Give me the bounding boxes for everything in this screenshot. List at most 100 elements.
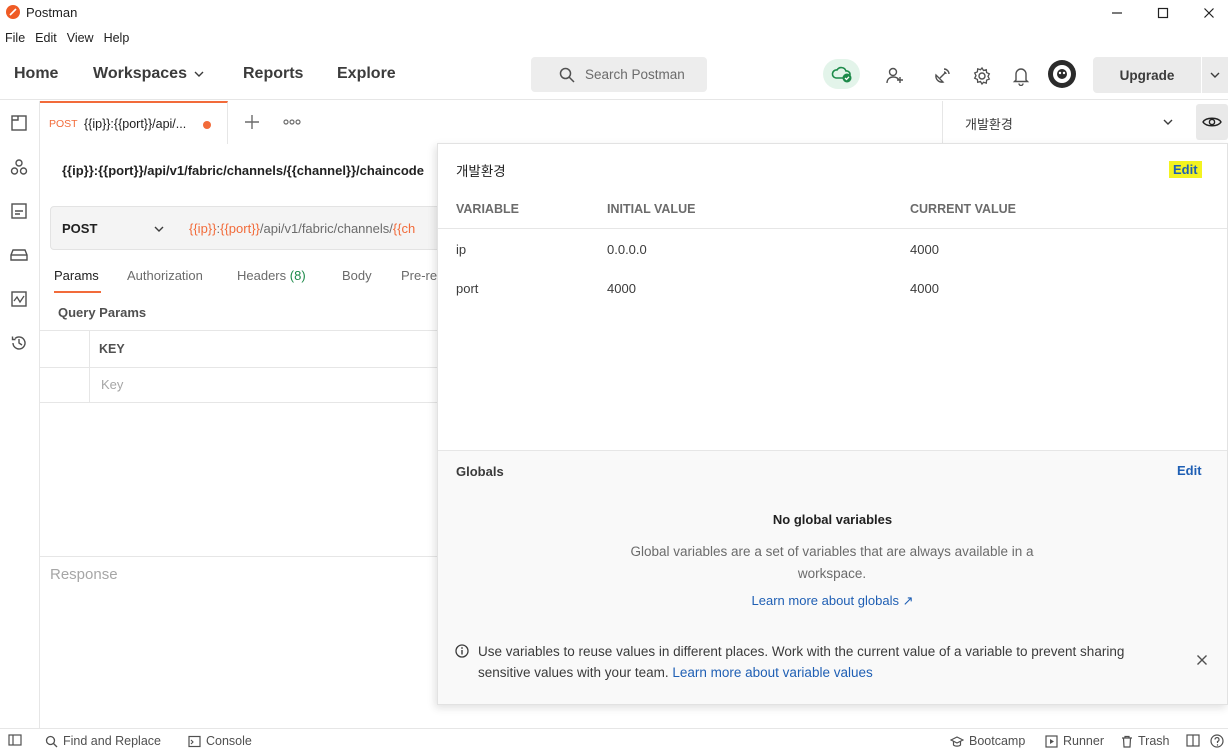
learn-more-globals-link[interactable]: Learn more about globals ↗ [438, 593, 1227, 609]
url-text: {{ip}}:{{port}}/api/v1/fabric/channels/{… [189, 221, 415, 236]
current-value[interactable]: 4000 [910, 281, 939, 296]
sync-status-button[interactable] [823, 59, 860, 89]
environment-title: 개발환경 [456, 164, 506, 179]
runner-label: Runner [1063, 734, 1104, 748]
menu-view[interactable]: View [62, 28, 99, 48]
environments-icon [11, 203, 27, 219]
headers-count-badge: (8) [289, 268, 306, 283]
url-part: {{port}} [220, 221, 260, 236]
initial-value: 0.0.0.0 [607, 242, 647, 257]
current-value[interactable]: 4000 [910, 242, 939, 257]
info-icon [455, 644, 469, 658]
bell-icon [1012, 68, 1030, 86]
sidebar-monitors-button[interactable] [8, 288, 30, 310]
variable-column-header: VARIABLE [456, 202, 519, 216]
monitor-icon [11, 291, 27, 307]
plus-icon [245, 115, 259, 129]
minimize-button[interactable] [1094, 0, 1140, 26]
nav-workspaces[interactable]: Workspaces [93, 65, 205, 83]
active-tab-indicator [54, 291, 101, 293]
empty-state-title: No global variables [772, 512, 893, 527]
notifications-button[interactable] [1008, 63, 1034, 89]
globals-section: Globals Edit No global variables Global … [438, 450, 1227, 704]
title-bar: Postman [0, 0, 1228, 26]
response-divider[interactable] [40, 556, 440, 557]
variables-info-banner: Use variables to reuse values in differe… [478, 641, 1178, 683]
upgrade-dropdown-button[interactable] [1202, 57, 1228, 93]
more-tabs-button[interactable] [283, 117, 301, 127]
find-replace-label: Find and Replace [63, 734, 161, 748]
tab-params[interactable]: Params [54, 268, 99, 283]
maximize-button[interactable] [1140, 0, 1186, 26]
help-button[interactable] [1210, 734, 1224, 748]
environment-quick-look-popover: 개발환경 Edit VARIABLE INITIAL VALUE CURRENT… [437, 143, 1228, 705]
tab-authorization[interactable]: Authorization [127, 268, 203, 283]
sidebar-history-button[interactable] [8, 332, 30, 354]
two-pane-icon [1186, 734, 1200, 747]
postman-logo-icon [6, 5, 20, 19]
nav-workspaces-label: Workspaces [93, 65, 187, 82]
edit-environment-button[interactable]: Edit [1169, 161, 1202, 178]
query-params-heading: Query Params [58, 305, 147, 320]
close-icon[interactable] [1196, 654, 1208, 666]
menu-file[interactable]: File [0, 28, 30, 48]
tab-headers-label: Headers [237, 268, 287, 283]
console-icon [188, 735, 201, 747]
search-input[interactable]: Search Postman [531, 57, 707, 92]
menu-edit[interactable]: Edit [30, 28, 62, 48]
url-part: {{ch [392, 221, 416, 236]
bootcamp-button[interactable]: Bootcamp [950, 734, 1025, 748]
eye-icon [1202, 117, 1222, 127]
key-column-header: KEY [99, 342, 125, 356]
url-input[interactable]: {{ip}}:{{port}}/api/v1/fabric/channels/{… [176, 206, 456, 250]
console-button[interactable]: Console [188, 734, 252, 748]
initial-value-column-header: INITIAL VALUE [607, 202, 696, 216]
sidebar-mock-servers-button[interactable] [8, 244, 30, 266]
request-tab[interactable]: POST {{ip}}:{{port}}/api/... [40, 101, 228, 144]
menu-help[interactable]: Help [99, 28, 135, 48]
nav-reports[interactable]: Reports [243, 65, 303, 83]
sidebar-apis-button[interactable] [8, 156, 30, 178]
find-replace-button[interactable]: Find and Replace [45, 734, 161, 748]
trash-button[interactable]: Trash [1121, 734, 1170, 748]
table-row: ip 0.0.0.0 4000 [438, 236, 1227, 266]
tab-body[interactable]: Body [342, 268, 372, 283]
two-pane-view-button[interactable] [1186, 734, 1200, 747]
method-select[interactable]: POST [50, 206, 177, 250]
key-input[interactable]: Key [101, 377, 123, 392]
close-window-button[interactable] [1186, 0, 1228, 26]
tab-method-label: POST [49, 118, 78, 130]
nav-explore[interactable]: Explore [337, 65, 396, 83]
learn-more-variable-values-link[interactable]: Learn more about variable values [672, 665, 872, 680]
window-title: Postman [26, 5, 78, 20]
tab-pre-request-script[interactable]: Pre-re [401, 268, 437, 283]
nav-home[interactable]: Home [14, 65, 58, 83]
environment-select[interactable]: 개발환경 [942, 101, 1194, 143]
sidebar-environments-button[interactable] [8, 200, 30, 222]
mock-server-icon [10, 249, 28, 261]
upgrade-button[interactable]: Upgrade [1093, 57, 1201, 93]
help-icon [1210, 734, 1224, 748]
console-label: Console [206, 734, 252, 748]
cloud-check-icon [831, 66, 851, 83]
settings-button[interactable] [969, 63, 995, 89]
variable-name: ip [456, 242, 467, 257]
method-label: POST [62, 221, 98, 236]
query-params-table: KEY Key [40, 330, 440, 403]
tab-headers[interactable]: Headers (8) [237, 268, 306, 283]
satellite-icon [935, 68, 950, 83]
left-sidebar [0, 101, 40, 728]
search-icon [45, 735, 58, 747]
satellite-button[interactable] [929, 63, 955, 89]
new-tab-button[interactable] [243, 113, 261, 131]
runner-button[interactable]: Runner [1045, 734, 1104, 748]
avatar[interactable] [1048, 60, 1076, 88]
invite-user-button[interactable] [882, 63, 908, 89]
sidebar-collections-button[interactable] [8, 112, 30, 134]
toggle-sidebar-button[interactable] [8, 734, 22, 746]
edit-globals-button[interactable]: Edit [1177, 463, 1202, 478]
add-user-icon [886, 67, 903, 84]
environment-quick-look-button[interactable] [1196, 104, 1228, 140]
search-placeholder: Search Postman [585, 67, 685, 82]
avatar-icon [1053, 65, 1071, 83]
